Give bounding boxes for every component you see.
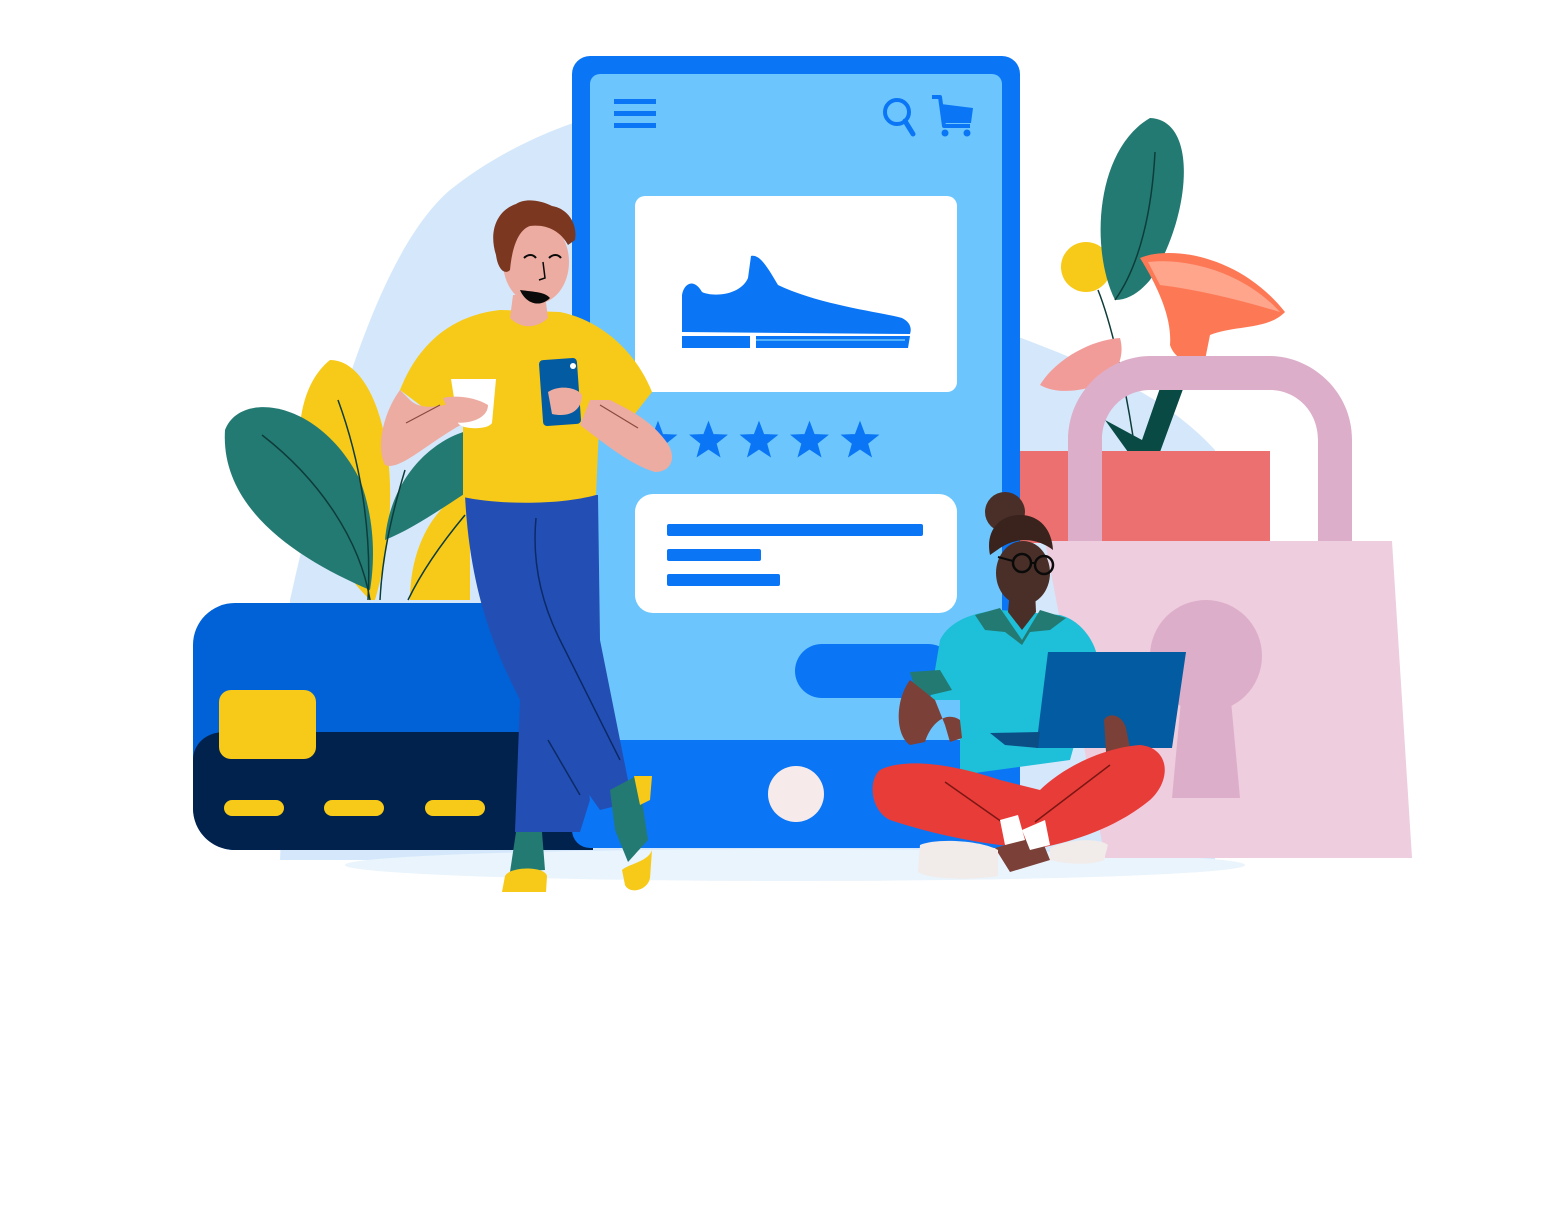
home-button-icon[interactable] bbox=[768, 766, 824, 822]
description-line bbox=[667, 574, 780, 586]
gift-box bbox=[1020, 451, 1270, 543]
card-number-segment bbox=[425, 800, 485, 816]
shopping-illustration bbox=[193, 56, 1412, 892]
hamburger-menu-icon[interactable] bbox=[614, 99, 656, 128]
card-number-segment bbox=[324, 800, 384, 816]
description-line bbox=[667, 524, 923, 536]
man-sock bbox=[510, 832, 545, 872]
card-chip-icon bbox=[219, 690, 316, 759]
card-number-segment bbox=[224, 800, 284, 816]
phone-camera bbox=[570, 363, 576, 369]
description-line bbox=[667, 549, 761, 561]
woman-shoe bbox=[918, 840, 998, 879]
illustration-stage bbox=[0, 0, 1562, 1209]
